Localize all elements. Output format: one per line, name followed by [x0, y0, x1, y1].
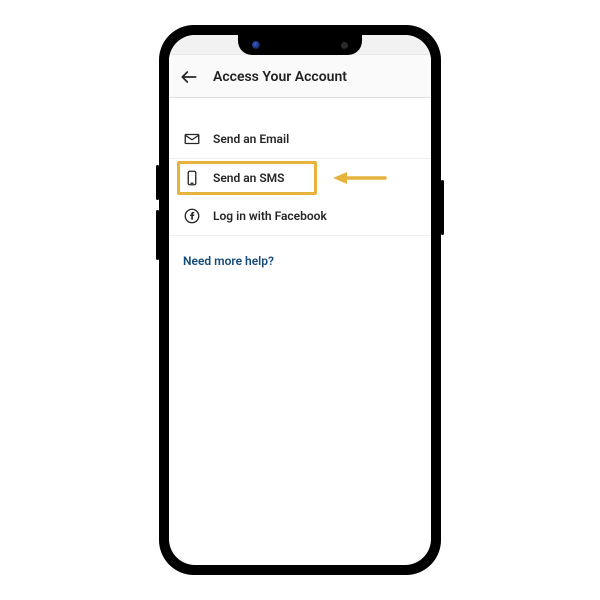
- page-header: Access Your Account: [169, 55, 431, 98]
- phone-icon: [183, 169, 201, 187]
- power-button: [441, 180, 444, 235]
- help-link[interactable]: Need more help?: [183, 254, 274, 268]
- page-title: Access Your Account: [213, 69, 347, 85]
- arrow-annotation-icon: [331, 168, 387, 188]
- option-label: Send an SMS: [213, 171, 285, 185]
- help-section: Need more help?: [169, 236, 431, 283]
- speaker-icon: [341, 42, 348, 49]
- phone-frame: Access Your Account Send an Email: [159, 25, 441, 575]
- options-list: Send an Email Send an SMS: [169, 120, 431, 236]
- phone-screen: Access Your Account Send an Email: [169, 35, 431, 565]
- option-label: Log in with Facebook: [213, 209, 327, 223]
- option-label: Send an Email: [213, 132, 289, 146]
- volume-down-button: [156, 210, 159, 260]
- phone-notch: [238, 35, 362, 55]
- option-send-sms[interactable]: Send an SMS: [169, 159, 431, 197]
- volume-up-button: [156, 165, 159, 200]
- facebook-icon: [183, 207, 201, 225]
- email-icon: [183, 130, 201, 148]
- front-camera-icon: [252, 41, 260, 49]
- back-arrow-icon[interactable]: [179, 67, 199, 87]
- option-send-email[interactable]: Send an Email: [169, 120, 431, 159]
- option-login-facebook[interactable]: Log in with Facebook: [169, 197, 431, 236]
